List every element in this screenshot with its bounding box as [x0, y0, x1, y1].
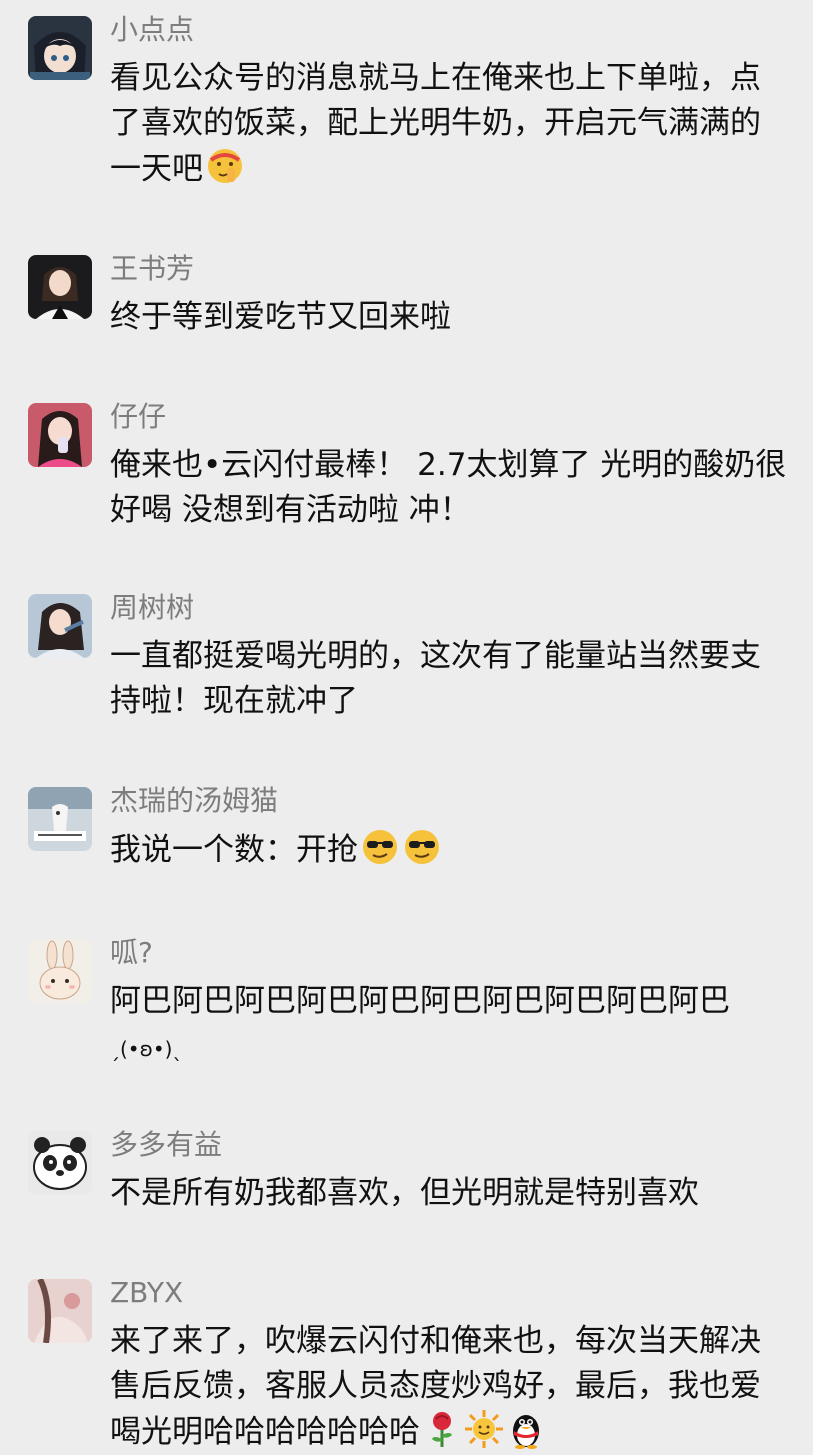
- comment-text: 终于等到爱吃节又回来啦: [110, 299, 451, 335]
- avatar[interactable]: [28, 1279, 92, 1343]
- sunglasses-face-icon: [360, 827, 400, 867]
- sunglasses-face-icon: [402, 827, 442, 867]
- avatar[interactable]: [28, 1131, 92, 1195]
- commenter-name[interactable]: 多多有益: [110, 1125, 222, 1165]
- avatar[interactable]: [28, 787, 92, 851]
- comment-text: 俺来也•云闪付最棒！ 2.7太划算了 光明的酸奶很好喝 没想到有活动啦 冲！: [110, 447, 787, 528]
- commenter-name[interactable]: 小点点: [110, 10, 194, 50]
- commenter-name[interactable]: 呱?: [110, 933, 153, 973]
- comment-text: 我说一个数：开抢: [110, 827, 790, 873]
- avatar[interactable]: [28, 594, 92, 658]
- comment-text: 看见公众号的消息就马上在俺来也上下单啦，点了喜欢的饭菜，配上光明牛奶，开启元气满…: [110, 60, 761, 187]
- avatar[interactable]: [28, 16, 92, 80]
- avatar[interactable]: [28, 403, 92, 467]
- commenter-name[interactable]: 王书芳: [110, 249, 194, 289]
- sun-icon: [464, 1409, 504, 1449]
- rose-icon: [422, 1409, 462, 1449]
- comment-text: 来了来了，吹爆云闪付和俺来也，每次当天解决售后反馈，客服人员态度炒鸡好，最后，我…: [110, 1323, 761, 1450]
- comment-text: 不是所有奶我都喜欢，但光明就是特别喜欢: [110, 1175, 699, 1211]
- commenter-name[interactable]: 周树树: [110, 588, 194, 628]
- penguin-icon: [506, 1409, 546, 1449]
- commenter-name[interactable]: 仔仔: [110, 397, 166, 437]
- kaomoji: ˏ(•ʚ•)ˎ: [110, 1037, 183, 1061]
- comment-text: 一直都挺爱喝光明的，这次有了能量站当然要支持啦！现在就冲了: [110, 638, 761, 719]
- avatar[interactable]: [28, 255, 92, 319]
- comment-text: 阿巴阿巴阿巴阿巴阿巴阿巴阿巴阿巴阿巴阿巴 ˏ(•ʚ•)ˎ: [110, 983, 730, 1061]
- commenter-name[interactable]: ZBYX: [110, 1273, 183, 1313]
- shushing-face-icon: [205, 146, 245, 186]
- avatar[interactable]: [28, 939, 92, 1003]
- commenter-name[interactable]: 杰瑞的汤姆猫: [110, 781, 278, 821]
